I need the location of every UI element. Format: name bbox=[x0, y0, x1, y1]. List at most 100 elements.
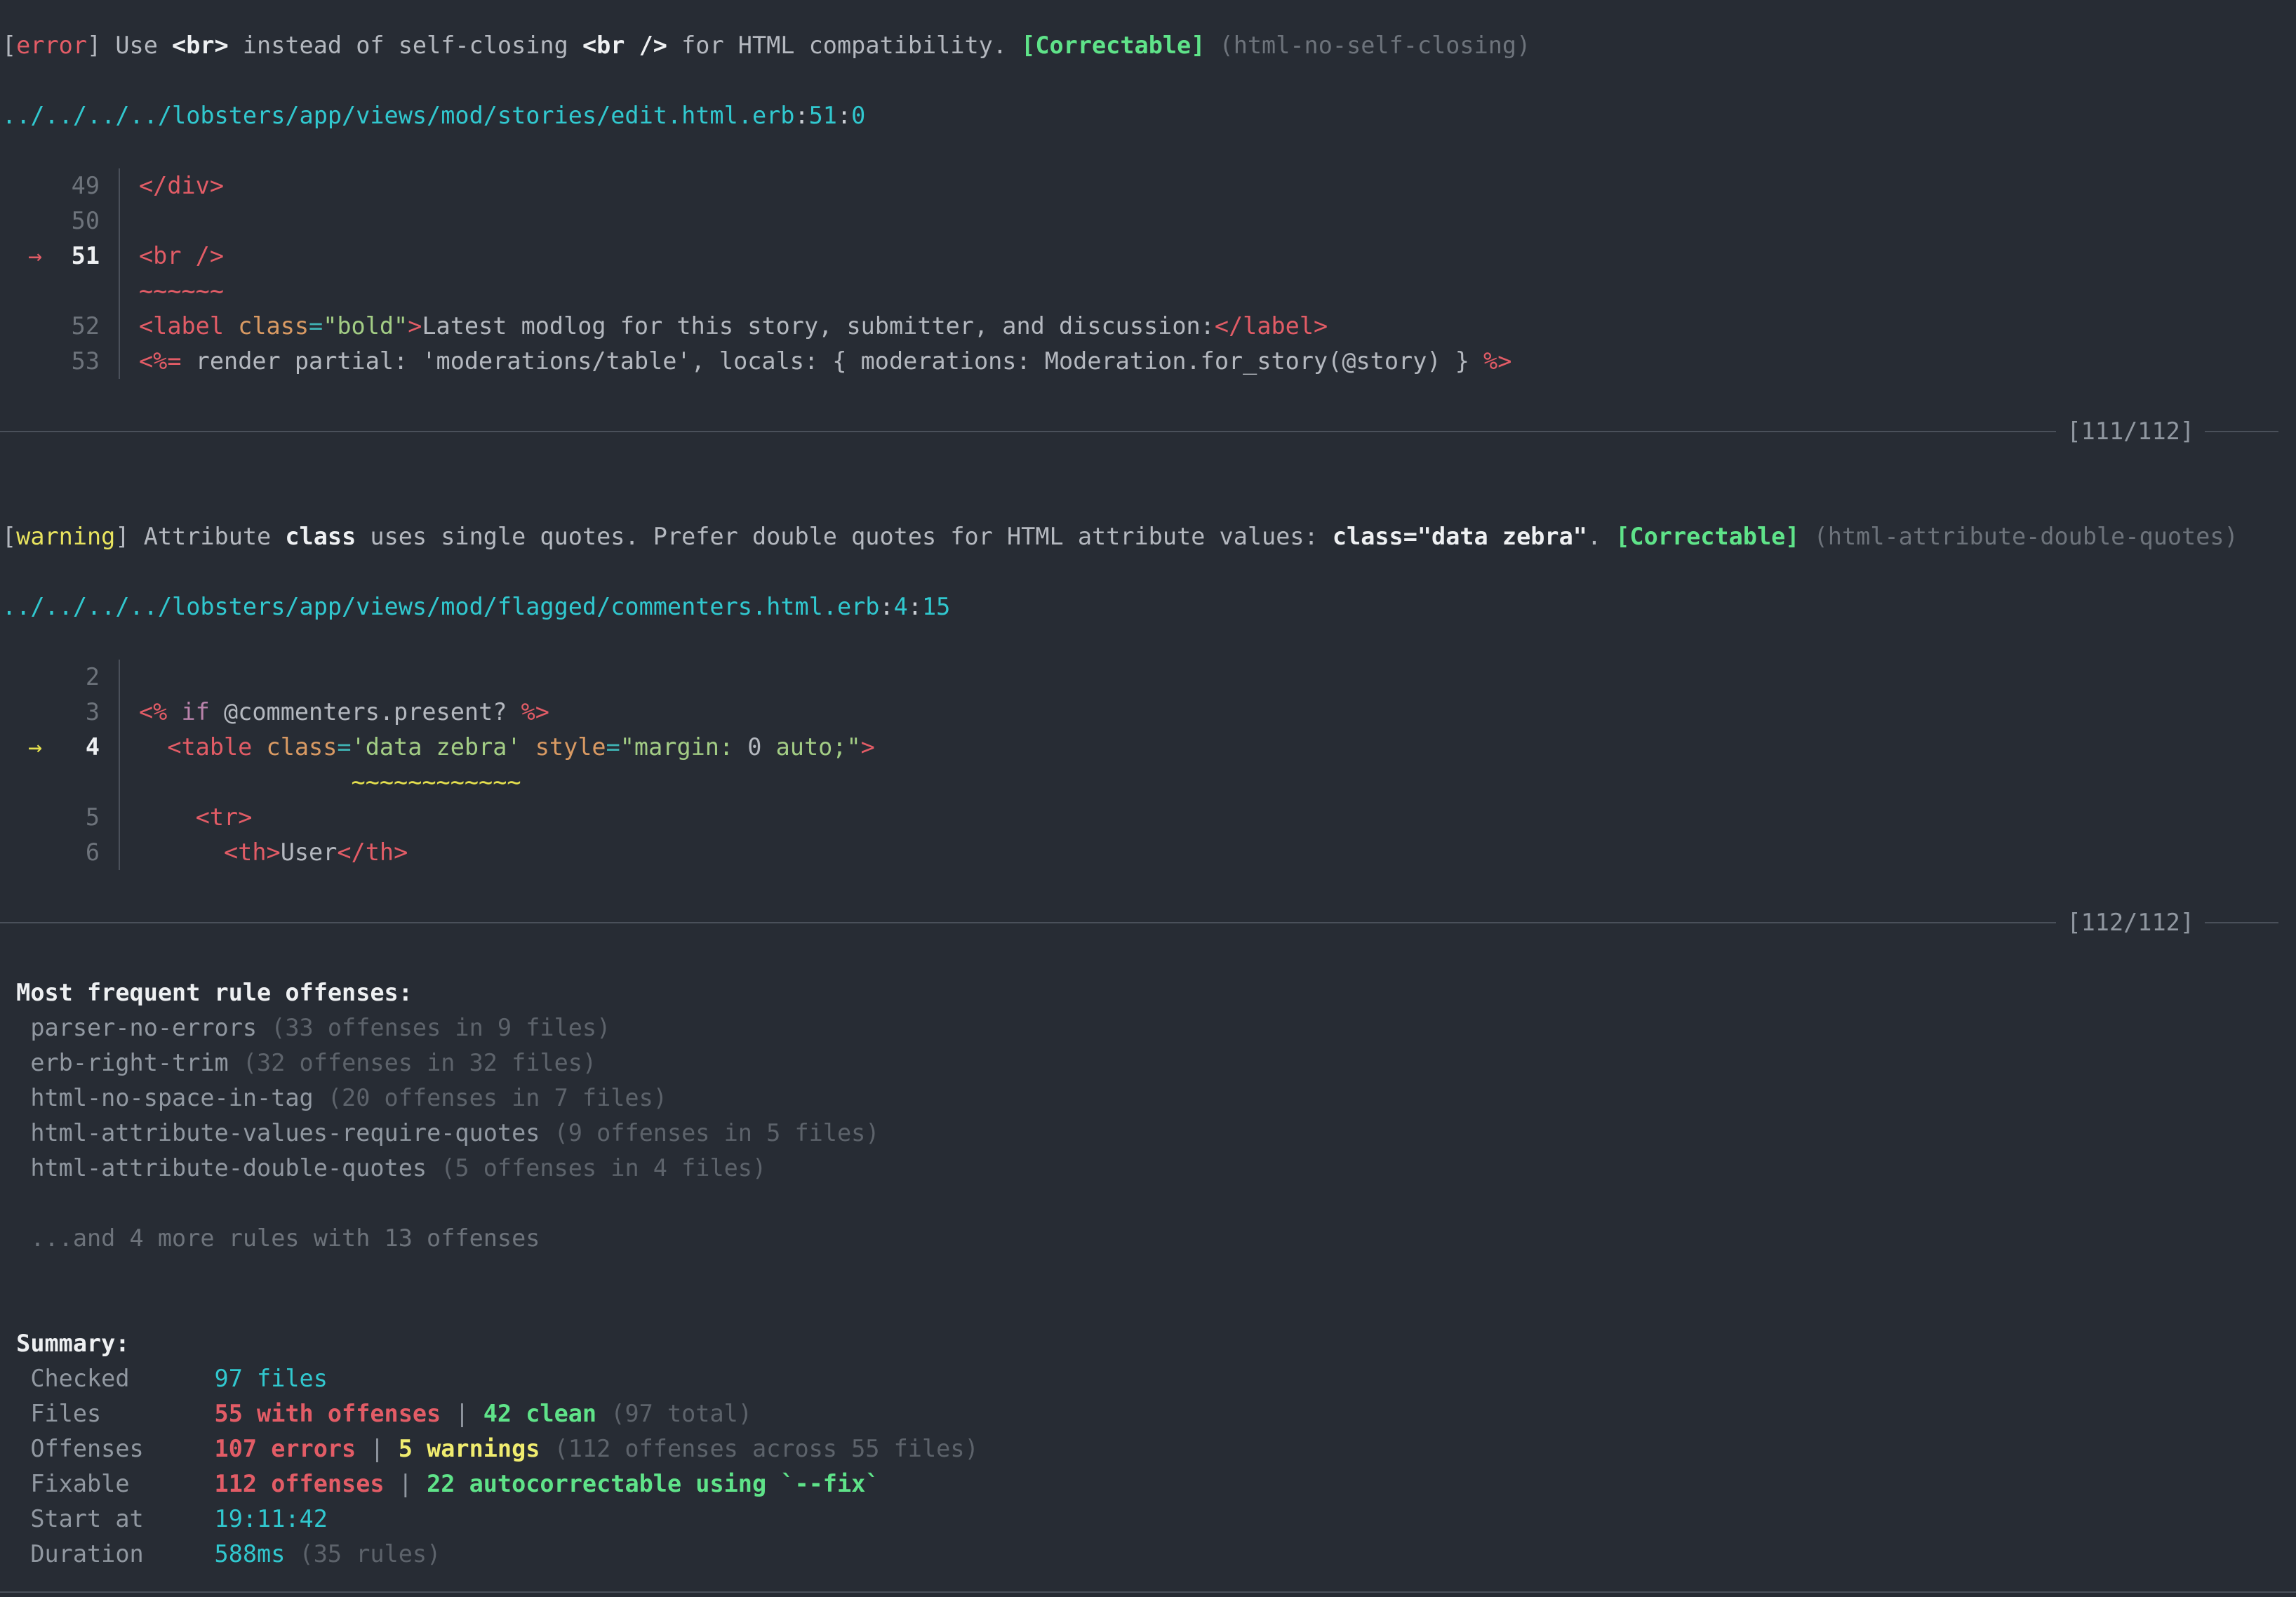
code-gutter: 53 bbox=[0, 344, 100, 379]
text-segment bbox=[139, 800, 196, 835]
text-segment: ../../../../lobsters/app/views/mod/flagg… bbox=[2, 589, 879, 624]
divider-line-left bbox=[0, 431, 2056, 432]
divider-line-left bbox=[0, 922, 2056, 923]
text-segment: render partial: 'moderations/table', loc… bbox=[182, 344, 1484, 379]
text-segment: (html-attribute-double-quotes) bbox=[1814, 519, 2238, 554]
text-segment: : bbox=[879, 589, 893, 624]
text-segment: Checked bbox=[2, 1361, 215, 1396]
code-line-53: 53 <%= render partial: 'moderations/table… bbox=[0, 344, 2296, 379]
code-line-2: 2 bbox=[0, 660, 2296, 695]
text-segment bbox=[1205, 28, 1219, 63]
code-line-52: 52 <label class="bold">Latest modlog for … bbox=[0, 309, 2296, 344]
text-segment: ~~~~~~ bbox=[139, 274, 224, 309]
rule-offense-html-no-space-in-tag: html-no-space-in-tag (20 offenses in 7 f… bbox=[0, 1081, 2296, 1116]
code-content: <% if @commenters.present? %> bbox=[119, 695, 2296, 730]
text-segment: : bbox=[908, 589, 922, 624]
text-segment: (112 offenses across 55 files) bbox=[554, 1431, 979, 1466]
rule-offense-html-attribute-double-quotes: html-attribute-double-quotes (5 offenses… bbox=[0, 1151, 2296, 1186]
code-content: <br /> bbox=[119, 239, 2296, 274]
text-segment: Most frequent rule offenses: bbox=[16, 975, 413, 1010]
code-content: <tr> bbox=[119, 800, 2296, 835]
text-segment: <th> bbox=[224, 835, 281, 870]
text-segment: <br /> bbox=[582, 28, 667, 63]
text-segment: 55 with offenses bbox=[215, 1396, 441, 1431]
text-segment: <label bbox=[139, 309, 224, 344]
line-number: 49 bbox=[72, 172, 100, 199]
text-segment bbox=[139, 765, 352, 800]
code-content: <%= render partial: 'moderations/table',… bbox=[119, 344, 2296, 379]
text-segment: 4 bbox=[894, 589, 908, 624]
code-line-4: →4 <table class='data zebra' style="marg… bbox=[0, 730, 2296, 765]
line-number: 6 bbox=[86, 838, 100, 866]
error-file-path: ../../../../lobsters/app/views/mod/stori… bbox=[0, 98, 2296, 133]
more-rules-note: ...and 4 more rules with 13 offenses bbox=[0, 1221, 2296, 1256]
text-segment: . bbox=[1587, 519, 1615, 554]
text-segment: <tr> bbox=[196, 800, 253, 835]
code-content: <table class='data zebra' style="margin:… bbox=[119, 730, 2296, 765]
text-segment: 97 files bbox=[215, 1361, 328, 1396]
text-segment: ] Use bbox=[87, 28, 172, 63]
blank bbox=[0, 133, 2296, 168]
divider-line-right bbox=[2205, 922, 2278, 923]
blank bbox=[0, 484, 2296, 519]
text-segment: 588ms bbox=[215, 1537, 286, 1572]
terminal: { "colors": { "background":"#272c34","fo… bbox=[0, 0, 2296, 1597]
text-segment: Duration bbox=[2, 1537, 215, 1572]
code-gutter: 52 bbox=[0, 309, 100, 344]
rule-offense-erb-right-trim: erb-right-trim (32 offenses in 32 files) bbox=[0, 1045, 2296, 1081]
text-segment: 19:11:42 bbox=[215, 1502, 328, 1537]
text-segment: erb-right-trim bbox=[30, 1045, 228, 1081]
blank bbox=[0, 449, 2296, 484]
text-segment: class bbox=[238, 309, 309, 344]
summary-start-at: Start at 19:11:42 bbox=[0, 1502, 2296, 1537]
offense-arrow-icon: → bbox=[28, 239, 42, 274]
code-content: <label class="bold">Latest modlog for th… bbox=[119, 309, 2296, 344]
text-segment: = bbox=[606, 730, 620, 765]
text-segment: 22 autocorrectable using `--fix` bbox=[427, 1466, 879, 1502]
blank bbox=[0, 554, 2296, 589]
text-segment: | bbox=[356, 1431, 399, 1466]
text-segment bbox=[252, 730, 266, 765]
blank bbox=[0, 1256, 2296, 1291]
text-segment: (97 total) bbox=[610, 1396, 752, 1431]
text-segment bbox=[2, 1045, 30, 1081]
text-segment: (9 offenses in 5 files) bbox=[540, 1116, 879, 1151]
code-line-5: 5 <tr> bbox=[0, 800, 2296, 835]
text-segment: html-no-space-in-tag bbox=[30, 1081, 313, 1116]
line-number: 2 bbox=[86, 663, 100, 690]
terminal-output: [error] Use <br> instead of self-closing… bbox=[0, 28, 2296, 1572]
blank bbox=[0, 870, 2296, 905]
rule-offense-parser-no-errors: parser-no-errors (33 offenses in 9 files… bbox=[0, 1010, 2296, 1045]
text-segment: <%= bbox=[139, 344, 182, 379]
text-segment: 0 bbox=[747, 730, 761, 765]
text-segment: | bbox=[385, 1466, 427, 1502]
text-segment: 112 offenses bbox=[215, 1466, 385, 1502]
warning-file-path: ../../../../lobsters/app/views/mod/flagg… bbox=[0, 589, 2296, 624]
text-segment bbox=[2, 1116, 30, 1151]
error-underline: ~~~~~~ bbox=[0, 274, 2296, 309]
code-line-3: 3<% if @commenters.present? %> bbox=[0, 695, 2296, 730]
blank bbox=[0, 940, 2296, 975]
line-number: 52 bbox=[72, 312, 100, 340]
line-number: 4 bbox=[86, 733, 100, 761]
summary-duration: Duration 588ms (35 rules) bbox=[0, 1537, 2296, 1572]
blank bbox=[0, 624, 2296, 660]
text-segment: ...and 4 more rules with 13 offenses bbox=[2, 1221, 540, 1256]
text-segment: Start at bbox=[2, 1502, 215, 1537]
text-segment: Latest modlog for this story, submitter,… bbox=[422, 309, 1214, 344]
text-segment: 0 bbox=[851, 98, 865, 133]
text-segment: 'data zebra' bbox=[352, 730, 521, 765]
progress-divider-111: [111/112] bbox=[0, 414, 2296, 449]
text-segment: User bbox=[281, 835, 338, 870]
text-segment bbox=[224, 309, 238, 344]
blank bbox=[0, 63, 2296, 98]
code-gutter: 2 bbox=[0, 660, 100, 695]
text-segment: > bbox=[408, 309, 422, 344]
text-segment: "margin: bbox=[620, 730, 748, 765]
blank bbox=[0, 1186, 2296, 1221]
text-segment bbox=[139, 835, 224, 870]
text-segment: @commenters.present? bbox=[210, 695, 521, 730]
text-segment: 42 clean bbox=[483, 1396, 596, 1431]
text-segment: ] Attribute bbox=[115, 519, 285, 554]
text-segment: (35 rules) bbox=[300, 1537, 441, 1572]
